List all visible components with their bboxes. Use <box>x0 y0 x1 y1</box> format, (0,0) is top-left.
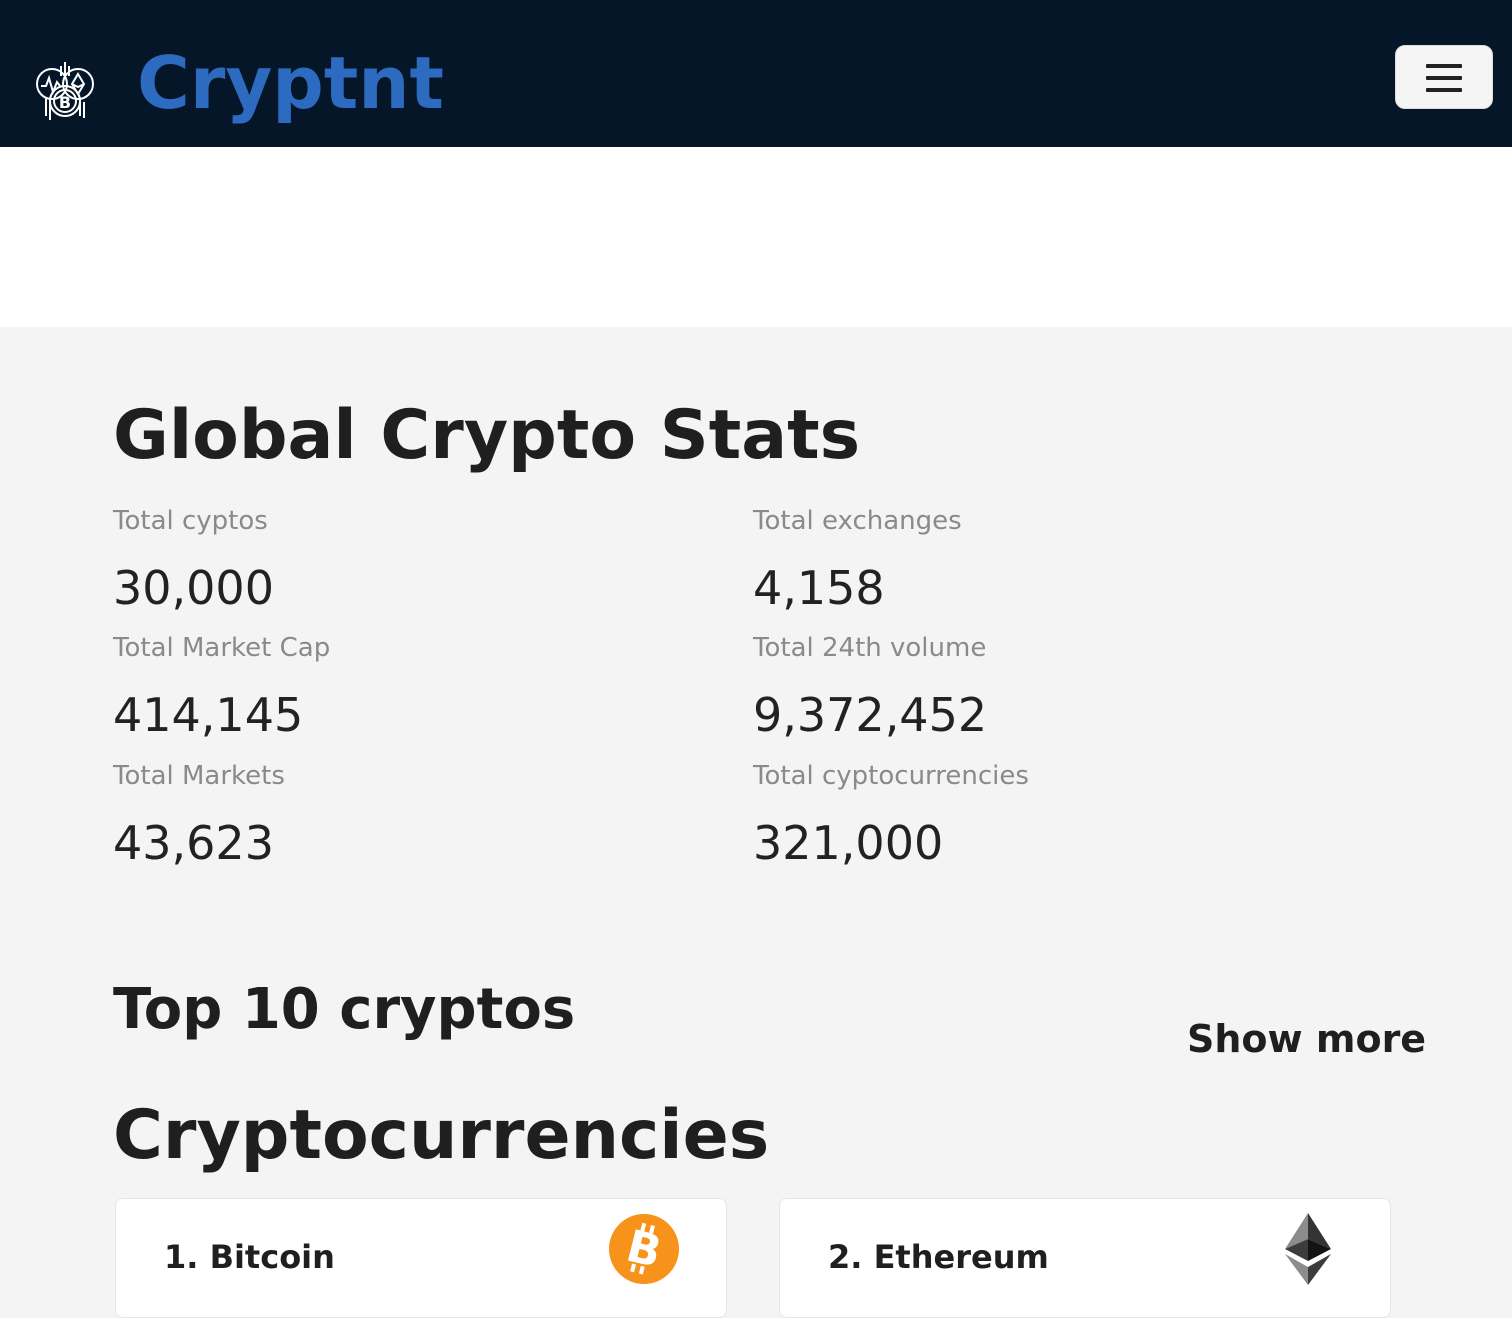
svg-text:B: B <box>59 93 71 112</box>
global-stats-title: Global Crypto Stats <box>113 396 861 475</box>
stat-label-total-24h-volume: Total 24th volume <box>753 633 987 663</box>
top10-title: Top 10 cryptos <box>113 977 576 1042</box>
menu-toggle-button[interactable] <box>1395 45 1493 109</box>
stat-label-total-markets: Total Markets <box>113 761 285 791</box>
bitcoin-icon: B <box>609 1214 679 1288</box>
stat-label-total-market-cap: Total Market Cap <box>113 633 331 663</box>
show-more-link[interactable]: Show more <box>1187 1015 1426 1063</box>
stat-value-total-market-cap: 414,145 <box>113 688 304 742</box>
stat-value-total-markets: 43,623 <box>113 816 274 870</box>
crypto-card-ethereum[interactable]: 2. Ethereum <box>779 1198 1391 1318</box>
navbar: B Cryptnt <box>0 0 1512 147</box>
crypto-card-title: 1. Bitcoin <box>164 1238 335 1276</box>
banner-area <box>0 147 1512 327</box>
crypto-card-bitcoin[interactable]: 1. Bitcoin B <box>115 1198 727 1318</box>
stat-value-total-cryptos: 30,000 <box>113 561 274 615</box>
stat-label-total-exchanges: Total exchanges <box>753 506 962 536</box>
stat-value-total-exchanges: 4,158 <box>753 561 885 615</box>
stat-value-total-cryptocurrencies: 321,000 <box>753 816 944 870</box>
ethereum-icon <box>1285 1213 1331 1289</box>
stat-label-total-cryptos: Total cyptos <box>113 506 268 536</box>
stat-label-total-cryptocurrencies: Total cyptocurrencies <box>753 761 1029 791</box>
cryptocurrencies-title: Cryptocurrencies <box>113 1096 770 1175</box>
crypto-card-title: 2. Ethereum <box>828 1238 1049 1276</box>
brand-title[interactable]: Cryptnt <box>137 38 444 128</box>
crypto-logo-icon[interactable]: B <box>32 58 98 124</box>
stat-value-total-24h-volume: 9,372,452 <box>753 688 988 742</box>
